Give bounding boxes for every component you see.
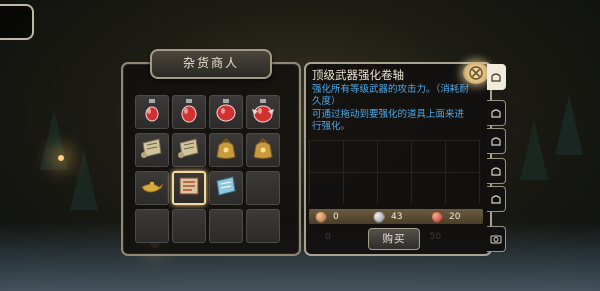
side-tab-3[interactable]	[487, 128, 506, 154]
price-ruby: 20	[425, 210, 483, 223]
copper-coin-icon	[315, 210, 327, 223]
close-button[interactable]	[463, 62, 489, 84]
shop-slot[interactable]	[172, 171, 206, 205]
shop-slot[interactable]	[209, 209, 243, 243]
bag-icon	[490, 104, 502, 123]
shop-title: 杂货商人	[150, 49, 272, 79]
shop-slot[interactable]	[172, 95, 206, 129]
shop-slot[interactable]	[246, 133, 280, 167]
owned-value: 0	[325, 232, 331, 242]
price-value: 43	[391, 211, 403, 222]
shop-slot[interactable]	[135, 171, 169, 205]
price-copper: 0	[309, 210, 367, 223]
shop-slot[interactable]	[209, 133, 243, 167]
shop-slot[interactable]	[135, 133, 169, 167]
tree-silhouette	[70, 150, 98, 210]
shop-slot[interactable]	[246, 95, 280, 129]
magic-lamp-icon	[139, 173, 165, 203]
item-title: 顶级武器强化卷轴	[312, 68, 404, 82]
bag-icon	[490, 190, 502, 209]
shop-slot[interactable]	[172, 133, 206, 167]
side-tab-4[interactable]	[487, 158, 506, 184]
item-description: 强化所有等级武器的攻击力。（消耗耐久度）	[312, 84, 469, 107]
price-value: 20	[449, 211, 461, 222]
price-silver: 43	[367, 210, 425, 223]
side-tab-6[interactable]	[487, 226, 506, 252]
red-potion-medium-icon	[176, 97, 202, 127]
tree-silhouette	[555, 95, 583, 155]
detail-empty-grid	[309, 140, 481, 204]
enhance-scroll-icon	[176, 173, 202, 203]
tree-silhouette	[520, 120, 548, 180]
item-usage-hint: 可通过拖动到要强化的道具上面来进行强化。	[312, 109, 465, 132]
red-potion-winged-icon	[250, 97, 276, 127]
scroll-icon	[176, 135, 202, 165]
price-bar: 0 43 20	[309, 209, 483, 224]
buy-button[interactable]: 购买	[368, 228, 420, 250]
price-value: 0	[333, 211, 339, 222]
shop-slot[interactable]	[209, 95, 243, 129]
blue-scroll-icon	[213, 173, 239, 203]
bag-icon	[490, 162, 502, 181]
silver-coin-icon	[373, 210, 385, 223]
side-tab-2[interactable]	[487, 100, 506, 126]
shop-slot[interactable]	[246, 209, 280, 243]
side-tab-1[interactable]	[487, 64, 506, 90]
bag-icon	[490, 132, 502, 151]
side-tab-5[interactable]	[487, 186, 506, 212]
lamp-light	[58, 155, 64, 161]
shop-slot[interactable]	[172, 209, 206, 243]
camera-icon	[490, 230, 502, 249]
top-left-menu-tab[interactable]	[0, 4, 34, 40]
shop-slot[interactable]	[135, 209, 169, 243]
shop-item-grid	[135, 95, 287, 243]
shop-slot[interactable]	[209, 171, 243, 205]
gold-bag-icon	[213, 135, 239, 165]
shop-slot[interactable]	[246, 171, 280, 205]
close-icon	[469, 66, 483, 80]
gold-bag-icon	[250, 135, 276, 165]
scroll-icon	[139, 135, 165, 165]
bag-icon	[490, 68, 502, 87]
red-potion-large-icon	[213, 97, 239, 127]
tree-silhouette	[40, 110, 68, 170]
red-potion-small-icon	[139, 97, 165, 127]
ruby-coin-icon	[431, 210, 443, 223]
owned-value: 50	[429, 232, 442, 242]
shop-slot[interactable]	[135, 95, 169, 129]
